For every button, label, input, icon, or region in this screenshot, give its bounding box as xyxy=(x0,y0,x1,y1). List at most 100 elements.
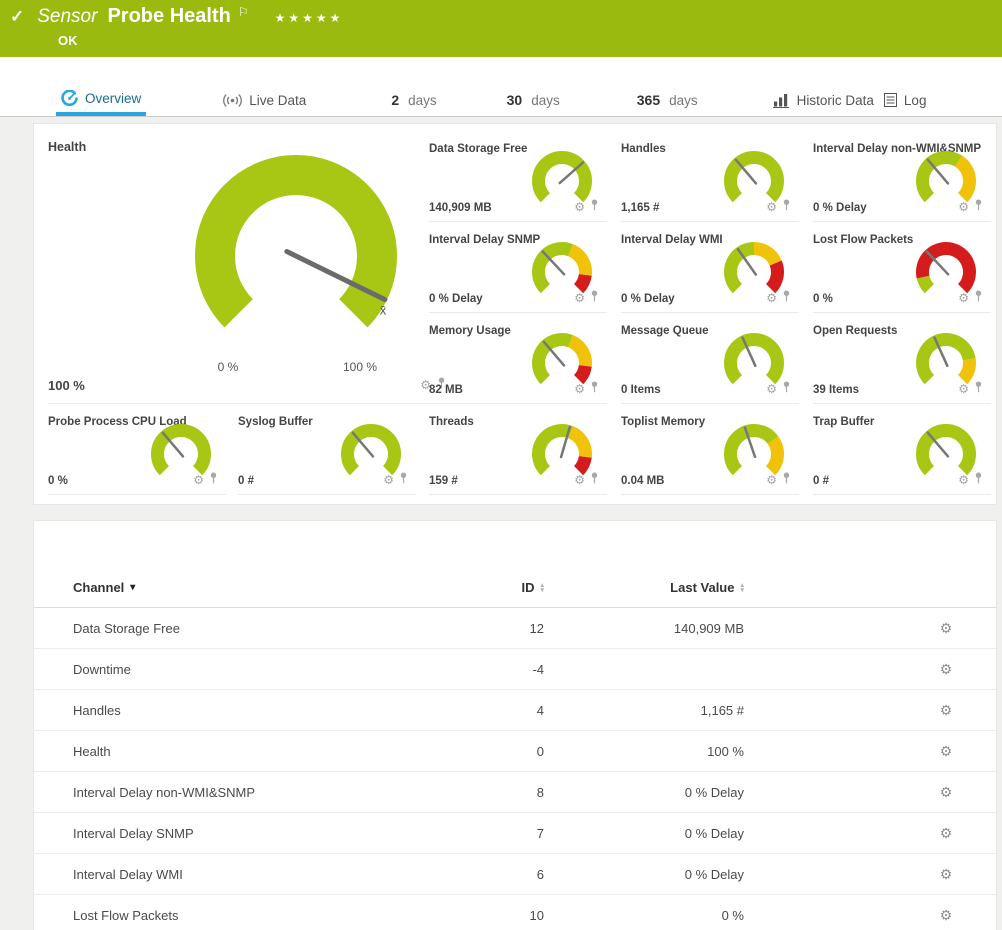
sort-icon[interactable]: ▴▾ xyxy=(740,583,744,593)
tab-number: 365 xyxy=(637,92,660,108)
gauge-value: 39 Items xyxy=(813,384,859,396)
gear-icon[interactable]: ⚙ xyxy=(766,201,777,213)
gear-icon[interactable]: ⚙ xyxy=(958,383,969,395)
pin-icon[interactable] xyxy=(974,471,983,489)
gear-icon[interactable]: ⚙ xyxy=(193,474,204,486)
content-area: Health x̄ 0 % 100 % 100 % ⚙ Data Storage… xyxy=(0,117,1002,930)
tab-label: days xyxy=(531,93,560,108)
health-gauge-title: Health xyxy=(48,132,452,154)
gear-icon[interactable]: ⚙ xyxy=(958,292,969,304)
gear-icon[interactable]: ⚙ xyxy=(940,784,953,800)
gear-icon[interactable]: ⚙ xyxy=(574,474,585,486)
gear-icon[interactable]: ⚙ xyxy=(766,292,777,304)
gear-icon[interactable]: ⚙ xyxy=(574,383,585,395)
pin-icon[interactable] xyxy=(782,198,791,216)
chevron-down-icon[interactable]: ▾ xyxy=(130,582,135,593)
gear-icon[interactable]: ⚙ xyxy=(958,474,969,486)
gauge-actions: ⚙ xyxy=(574,471,599,489)
gauge-actions: ⚙ xyxy=(766,289,791,307)
svg-text:x̄: x̄ xyxy=(380,303,387,318)
gear-icon[interactable]: ⚙ xyxy=(940,620,953,636)
pin-icon[interactable] xyxy=(209,471,218,489)
table-row[interactable]: Interval Delay SNMP70 % Delay⚙ xyxy=(34,813,996,854)
gauge-value: 0.04 MB xyxy=(621,475,664,487)
gauge-cell: Lost Flow Packets0 %⚙ xyxy=(813,229,991,313)
object-type-label: Sensor xyxy=(37,6,97,28)
gauge-cell: Interval Delay WMI0 % Delay⚙ xyxy=(621,229,799,313)
priority-stars[interactable]: ★★★★★ xyxy=(275,11,344,25)
pin-icon[interactable] xyxy=(782,289,791,307)
channel-settings-cell: ⚙ xyxy=(916,743,976,760)
pin-icon[interactable] xyxy=(974,198,983,216)
tab-label: Live Data xyxy=(249,93,306,108)
gauge-cell: Interval Delay SNMP0 % Delay⚙ xyxy=(429,229,607,313)
gauge-value: 0 # xyxy=(238,475,254,487)
table-row[interactable]: Handles41,165 #⚙ xyxy=(34,690,996,731)
gear-icon[interactable]: ⚙ xyxy=(766,474,777,486)
gauge-actions: ⚙ xyxy=(574,198,599,216)
pin-icon[interactable] xyxy=(590,289,599,307)
channel-name: Lost Flow Packets xyxy=(34,908,434,923)
gear-icon[interactable]: ⚙ xyxy=(958,201,969,213)
gauge-cell: Probe Process CPU Load0 %⚙ xyxy=(48,411,226,495)
gear-icon[interactable]: ⚙ xyxy=(383,474,394,486)
channel-settings-cell: ⚙ xyxy=(916,661,976,678)
gear-icon[interactable]: ⚙ xyxy=(940,743,953,759)
tab-historic-data[interactable]: Historic Data xyxy=(768,84,879,116)
gauge-actions: ⚙ xyxy=(574,380,599,398)
pin-icon[interactable] xyxy=(782,471,791,489)
gear-icon[interactable]: ⚙ xyxy=(574,201,585,213)
pin-icon[interactable] xyxy=(590,380,599,398)
tab-label: days xyxy=(669,93,698,108)
gauge-cell: Data Storage Free140,909 MB⚙ xyxy=(429,138,607,222)
gear-icon[interactable]: ⚙ xyxy=(940,661,953,677)
tab-log[interactable]: Log xyxy=(879,84,932,116)
column-header-last-value[interactable]: Last Value ▴▾ xyxy=(544,580,744,595)
gear-icon[interactable]: ⚙ xyxy=(574,292,585,304)
health-gauge: x̄ xyxy=(194,154,398,358)
gauge-cell: Open Requests39 Items⚙ xyxy=(813,320,991,404)
column-header-channel[interactable]: Channel ▾ xyxy=(34,580,434,595)
pin-icon[interactable] xyxy=(782,380,791,398)
channel-last-value: 140,909 MB xyxy=(544,621,744,636)
tab-label: Log xyxy=(904,93,927,108)
overview-icon xyxy=(61,90,78,107)
gear-icon[interactable]: ⚙ xyxy=(940,907,953,923)
tab-overview[interactable]: Overview xyxy=(56,84,146,116)
gauge-cell: Handles1,165 #⚙ xyxy=(621,138,799,222)
table-row[interactable]: Health0100 %⚙ xyxy=(34,731,996,772)
pin-icon[interactable] xyxy=(974,289,983,307)
gear-icon[interactable]: ⚙ xyxy=(940,825,953,841)
channel-settings-cell: ⚙ xyxy=(916,907,976,924)
gear-icon[interactable]: ⚙ xyxy=(940,702,953,718)
status-badge: OK xyxy=(58,33,992,48)
pin-icon[interactable] xyxy=(399,471,408,489)
tab-365-days[interactable]: 365 days xyxy=(632,84,703,116)
pin-icon[interactable] xyxy=(974,380,983,398)
gauge-actions: ⚙ xyxy=(766,380,791,398)
gauge-value: 0 % Delay xyxy=(621,293,675,305)
gear-icon[interactable]: ⚙ xyxy=(940,866,953,882)
table-row[interactable]: Lost Flow Packets100 %⚙ xyxy=(34,895,996,930)
gear-icon[interactable]: ⚙ xyxy=(766,383,777,395)
pin-icon[interactable] xyxy=(590,198,599,216)
channel-id: 10 xyxy=(434,908,544,923)
table-row[interactable]: Interval Delay WMI60 % Delay⚙ xyxy=(34,854,996,895)
table-row[interactable]: Downtime-4⚙ xyxy=(34,649,996,690)
status-check-icon: ✓ xyxy=(10,7,24,27)
sensor-header-row: ✓ Sensor Probe Health ⚐ ★★★★★ xyxy=(10,5,992,28)
tab-30-days[interactable]: 30days xyxy=(502,84,565,116)
pin-icon[interactable] xyxy=(590,471,599,489)
channel-last-value: 1,165 # xyxy=(544,703,744,718)
flag-icon[interactable]: ⚐ xyxy=(238,5,249,19)
table-row[interactable]: Data Storage Free12140,909 MB⚙ xyxy=(34,608,996,649)
channel-settings-cell: ⚙ xyxy=(916,866,976,883)
tab-2-days[interactable]: 2days xyxy=(386,84,441,116)
column-header-id[interactable]: ID ▴▾ xyxy=(434,580,544,595)
gauge-actions: ⚙ xyxy=(958,198,983,216)
gauge-actions: ⚙ xyxy=(383,471,408,489)
gauge-actions: ⚙ xyxy=(958,380,983,398)
tab-live-data[interactable]: Live Data xyxy=(218,84,311,116)
table-row[interactable]: Interval Delay non-WMI&SNMP80 % Delay⚙ xyxy=(34,772,996,813)
health-gauge-cell: Health x̄ 0 % 100 % 100 % ⚙ xyxy=(48,132,452,404)
